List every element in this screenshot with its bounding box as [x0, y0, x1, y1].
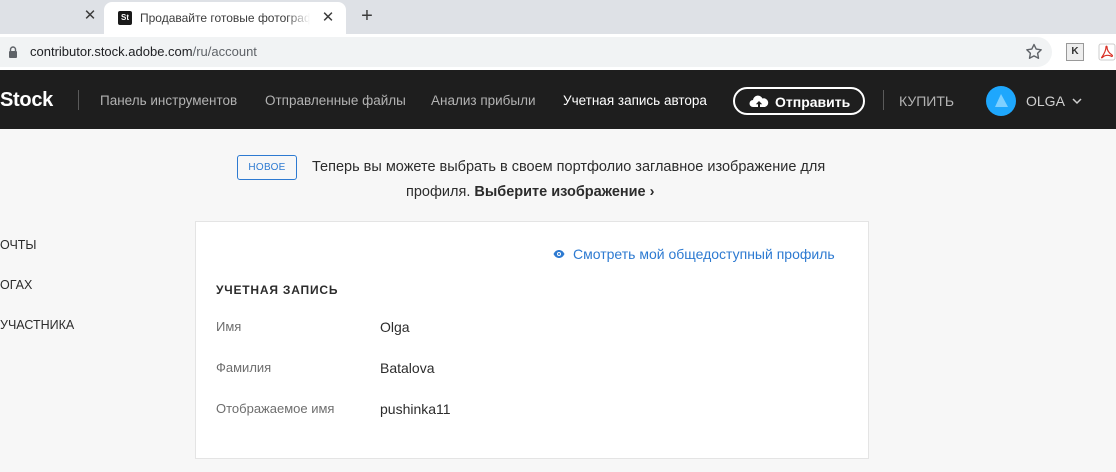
avatar-shape-icon	[995, 94, 1008, 107]
close-tab-icon[interactable]: ✕	[320, 10, 336, 26]
nav-link-dashboard[interactable]: Панель инструментов	[100, 92, 237, 110]
bookmark-star-icon[interactable]	[1024, 42, 1044, 62]
eye-icon	[553, 250, 565, 258]
section-title: УЧЕТНАЯ ЗАПИСЬ	[216, 283, 339, 297]
first-name-label: Имя	[216, 319, 242, 334]
nav-divider	[883, 90, 884, 110]
last-name-value: Batalova	[380, 360, 435, 376]
display-name-label: Отображаемое имя	[216, 401, 335, 416]
top-navigation: Stock Панель инструментов Отправленные ф…	[0, 70, 1116, 129]
adobe-stock-logo[interactable]: Stock	[0, 89, 53, 111]
close-tab-icon[interactable]: ✕	[82, 8, 98, 24]
nav-link-earnings[interactable]: Анализ прибыли	[431, 92, 536, 110]
address-bar[interactable]: contributor.stock.adobe.com/ru/account	[0, 37, 1052, 67]
lock-icon	[9, 46, 17, 58]
url-host: contributor.stock.adobe.com	[30, 44, 193, 59]
adobe-stock-favicon: St	[118, 11, 132, 25]
chevron-down-icon[interactable]	[1071, 96, 1083, 106]
sidebar-item-email[interactable]: ОЧТЫ	[0, 237, 36, 253]
announcement-text-line2: профиля. Выберите изображение ›	[406, 183, 654, 201]
pdf-extension-icon[interactable]	[1098, 43, 1116, 61]
last-name-label: Фамилия	[216, 360, 272, 375]
submit-label: Отправить	[775, 94, 851, 110]
address-bar-row: contributor.stock.adobe.com/ru/account	[0, 34, 1116, 71]
url-text: contributor.stock.adobe.com/ru/account	[30, 44, 257, 60]
choose-image-link[interactable]: Выберите изображение ›	[474, 184, 654, 200]
announcement-text: Теперь вы можете выбрать в своем портфол…	[312, 159, 826, 175]
submit-button[interactable]: Отправить	[733, 87, 865, 115]
display-name-value: pushinka11	[380, 401, 451, 417]
public-profile-label: Смотреть мой общедоступный профиль	[573, 246, 835, 262]
avatar[interactable]	[986, 86, 1016, 116]
nav-link-uploads[interactable]: Отправленные файлы	[265, 92, 406, 110]
new-badge: НОВОЕ	[237, 155, 297, 180]
url-path: /ru/account	[192, 44, 257, 59]
buy-link[interactable]: КУПИТЬ	[899, 92, 954, 110]
new-tab-plus-icon[interactable]: +	[356, 5, 378, 27]
browser-tab-active[interactable]: St Продавайте готовые фотографии ✕	[104, 2, 346, 34]
browser-tab-strip: ✕ St Продавайте готовые фотографии ✕ +	[0, 0, 1116, 34]
tab-title: Продавайте готовые фотографии	[140, 10, 310, 26]
user-menu-name[interactable]: OLGA	[1026, 92, 1065, 110]
announcement-prefix: профиля.	[406, 184, 471, 200]
sidebar-item-taxes[interactable]: ОГАХ	[0, 277, 32, 293]
account-card: Смотреть мой общедоступный профиль УЧЕТН…	[195, 221, 869, 459]
nav-divider	[78, 90, 79, 110]
extension-k-icon[interactable]: K	[1066, 43, 1084, 61]
cloud-upload-icon	[749, 95, 769, 110]
nav-link-account[interactable]: Учетная запись автора	[563, 92, 707, 110]
first-name-value: Olga	[380, 319, 410, 335]
sidebar-item-participant[interactable]: УЧАСТНИКА	[0, 317, 74, 333]
